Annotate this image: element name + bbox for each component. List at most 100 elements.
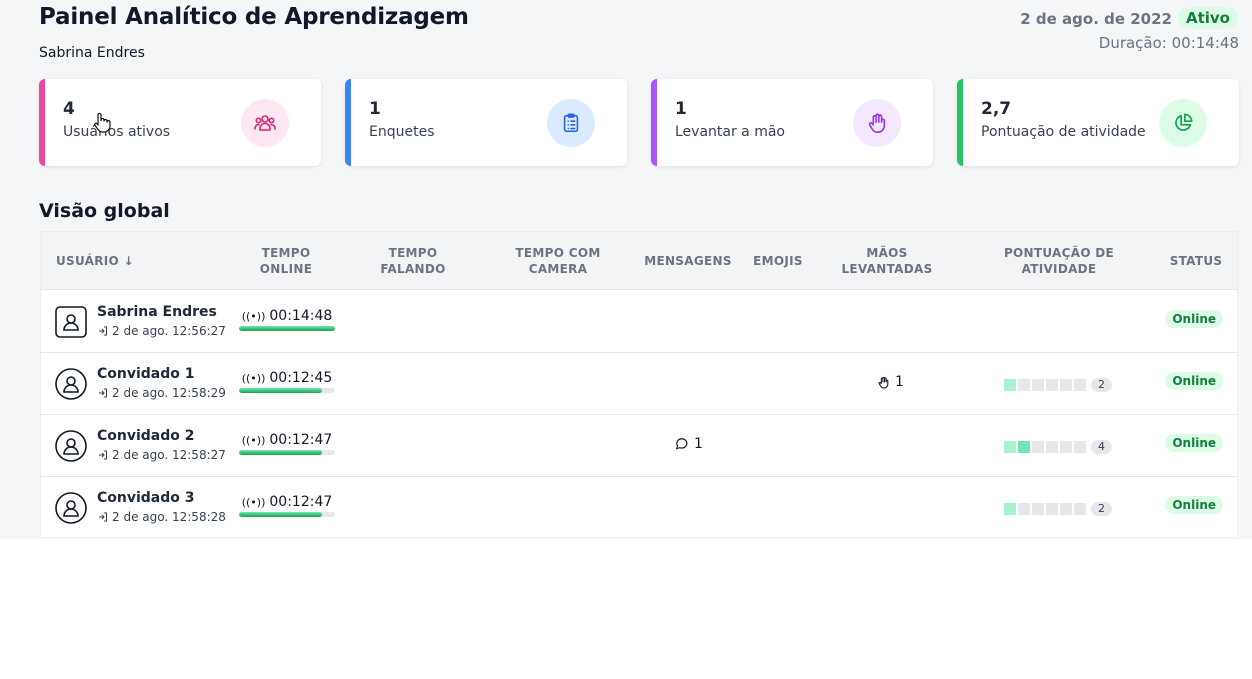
card-active-users[interactable]: 4 Usuários ativos xyxy=(39,79,321,166)
col-user-label: USUÁRIO ↓ xyxy=(56,254,134,268)
card-activity-score[interactable]: 2,7 Pontuação de atividade xyxy=(957,79,1239,166)
score-cell xyxy=(1018,503,1030,515)
hand-icon xyxy=(878,376,889,388)
user-name: Sabrina Endres xyxy=(97,304,217,320)
online-progress-track xyxy=(239,326,335,331)
score-cell xyxy=(1074,379,1086,391)
score-cell xyxy=(1046,503,1058,515)
score-value: 2 xyxy=(1091,378,1112,392)
card-accent-bar xyxy=(957,79,963,166)
col-messages[interactable]: MENSAGENS xyxy=(638,232,738,290)
col-label: PONTUAÇÃO DE xyxy=(1003,246,1115,260)
section-title: Visão global xyxy=(39,200,170,222)
score-cell xyxy=(1004,503,1016,515)
col-label: TEMPO xyxy=(261,246,311,260)
online-time-text: 00:12:45 xyxy=(269,370,333,386)
col-label: TEMPO COM xyxy=(515,246,601,260)
score-cell xyxy=(1004,441,1016,453)
user-name: Convidado 1 xyxy=(97,366,195,382)
col-label: FALANDO xyxy=(380,262,446,276)
status-badge: Online xyxy=(1165,496,1223,514)
col-label: ONLINE xyxy=(259,262,313,276)
col-raised-hands[interactable]: MÃOS LEVANTADAS xyxy=(831,232,943,290)
table-row[interactable]: Convidado 2 2 de ago. 12:58:27 ((•)) 00:1… xyxy=(41,415,1237,477)
col-label: STATUS xyxy=(1169,254,1223,268)
score-value: 4 xyxy=(1091,440,1112,454)
card-accent-bar xyxy=(39,79,45,166)
login-icon xyxy=(99,326,107,336)
score-cell xyxy=(1074,441,1086,453)
join-time-text: 2 de ago. 12:58:28 xyxy=(112,510,226,524)
online-progress-track xyxy=(239,512,335,517)
messages-count: 1 xyxy=(675,436,703,452)
online-progress-fill xyxy=(239,326,335,331)
card-value: 1 xyxy=(675,99,687,119)
learning-dashboard: Painel Analítico de Aprendizagem Sabrina… xyxy=(0,0,1252,539)
meeting-date: 2 de ago. de 2022 xyxy=(1020,10,1172,28)
card-value: 1 xyxy=(369,99,381,119)
card-accent-bar xyxy=(345,79,351,166)
online-time: ((•)) 00:12:45 xyxy=(239,370,335,393)
table-row[interactable]: Sabrina Endres 2 de ago. 12:56:27 ((•)) 0… xyxy=(41,291,1237,353)
card-value: 4 xyxy=(63,99,75,119)
col-label: MÃOS xyxy=(866,246,908,260)
messages-value: 1 xyxy=(694,436,703,452)
score-cell xyxy=(1060,441,1072,453)
card-label: Enquetes xyxy=(369,124,435,140)
col-label: CAMERA xyxy=(528,262,588,276)
login-icon xyxy=(99,388,107,398)
score-cell xyxy=(1074,503,1086,515)
col-talking-time[interactable]: TEMPO FALANDO xyxy=(358,232,468,290)
join-time-text: 2 de ago. 12:58:29 xyxy=(112,386,226,400)
online-time-text: 00:14:48 xyxy=(269,308,333,324)
card-polls[interactable]: 1 Enquetes xyxy=(345,79,627,166)
col-label: LEVANTADAS xyxy=(841,262,933,276)
page-title: Painel Analítico de Aprendizagem xyxy=(39,4,469,30)
join-time-text: 2 de ago. 12:58:27 xyxy=(112,448,226,462)
online-progress-track xyxy=(239,388,335,393)
overview-table: USUÁRIO ↓ TEMPO ONLINE TEMPO FALANDO TEMPO… xyxy=(40,231,1238,538)
score-cell xyxy=(1060,503,1072,515)
col-label: TEMPO xyxy=(388,246,438,260)
col-status[interactable]: STATUS xyxy=(1163,232,1229,290)
table-row[interactable]: Convidado 1 2 de ago. 12:58:29 ((•)) 00:1… xyxy=(41,353,1237,415)
online-time-text: 00:12:47 xyxy=(269,494,333,510)
chat-bubble-icon xyxy=(675,438,688,450)
avatar xyxy=(55,430,87,462)
score-cell xyxy=(1018,441,1030,453)
online-time-text: 00:12:47 xyxy=(269,432,333,448)
online-progress-fill xyxy=(239,388,322,393)
online-time: ((•)) 00:14:48 xyxy=(239,308,335,331)
raised-hands-value: 1 xyxy=(895,374,904,390)
hand-cursor-icon xyxy=(94,112,111,133)
broadcast-icon: ((•)) xyxy=(241,433,266,447)
card-raise-hand[interactable]: 1 Levantar a mão xyxy=(651,79,933,166)
col-label: MENSAGENS xyxy=(644,254,732,268)
col-label: ATIVIDADE xyxy=(1021,262,1097,276)
broadcast-icon: ((•)) xyxy=(241,495,266,509)
avatar xyxy=(55,492,87,524)
status-badge: Online xyxy=(1165,434,1223,452)
join-time: 2 de ago. 12:58:28 xyxy=(97,510,226,524)
col-user[interactable]: USUÁRIO ↓ xyxy=(56,232,134,290)
online-progress-track xyxy=(239,450,335,455)
avatar xyxy=(55,306,87,338)
card-label: Pontuação de atividade xyxy=(981,124,1146,140)
card-label: Levantar a mão xyxy=(675,124,785,140)
activity-score: 2 xyxy=(1004,378,1112,392)
col-emojis[interactable]: EMOJIS xyxy=(743,232,813,290)
card-accent-bar xyxy=(651,79,657,166)
online-time: ((•)) 00:12:47 xyxy=(239,432,335,455)
broadcast-icon: ((•)) xyxy=(241,309,266,323)
table-row[interactable]: Convidado 3 2 de ago. 12:58:28 ((•)) 00:1… xyxy=(41,477,1237,539)
activity-score: 2 xyxy=(1004,502,1112,516)
login-icon xyxy=(99,450,107,460)
col-activity-score[interactable]: PONTUAÇÃO DE ATIVIDADE xyxy=(989,232,1129,290)
col-online-time[interactable]: TEMPO ONLINE xyxy=(231,232,341,290)
score-cell xyxy=(1046,441,1058,453)
col-label: EMOJIS xyxy=(753,254,803,268)
online-progress-fill xyxy=(239,512,322,517)
score-cell xyxy=(1046,379,1058,391)
card-label: Usuários ativos xyxy=(63,124,171,140)
col-camera-time[interactable]: TEMPO COM CAMERA xyxy=(498,232,618,290)
